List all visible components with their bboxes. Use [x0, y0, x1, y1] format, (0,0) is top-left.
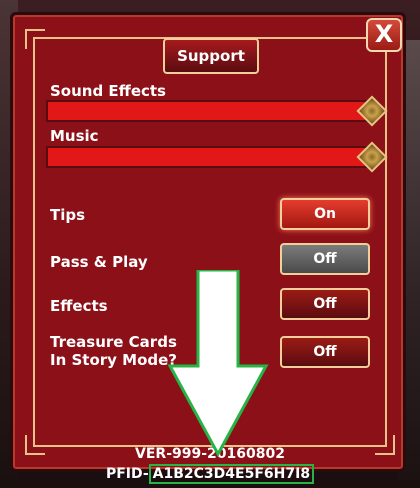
- pfid-line: PFID- A1B2C3D4E5F6H7I8: [0, 464, 420, 484]
- effects-toggle[interactable]: Off: [280, 288, 370, 320]
- treasure-cards-label-line1: Treasure Cards: [50, 333, 177, 351]
- treasure-cards-toggle[interactable]: Off: [280, 336, 370, 368]
- support-button[interactable]: Support: [163, 38, 259, 74]
- close-icon: X: [374, 20, 394, 48]
- down-arrow-icon: [167, 270, 269, 458]
- pass-play-label: Pass & Play: [50, 253, 148, 271]
- pfid-value: A1B2C3D4E5F6H7I8: [148, 464, 315, 484]
- sound-effects-label: Sound Effects: [50, 82, 166, 100]
- close-button[interactable]: X: [366, 18, 402, 52]
- music-label: Music: [50, 127, 99, 145]
- tips-toggle[interactable]: On: [280, 198, 370, 230]
- corner-ornament: [25, 29, 45, 49]
- pass-play-toggle[interactable]: Off: [280, 243, 370, 275]
- sound-effects-slider[interactable]: [46, 100, 372, 122]
- treasure-cards-label-line2: In Story Mode?: [50, 351, 178, 369]
- music-slider[interactable]: [46, 146, 372, 168]
- effects-label: Effects: [50, 297, 108, 315]
- treasure-cards-label: Treasure Cards In Story Mode?: [50, 333, 177, 369]
- tips-label: Tips: [50, 206, 86, 224]
- pfid-prefix: PFID-: [105, 466, 149, 482]
